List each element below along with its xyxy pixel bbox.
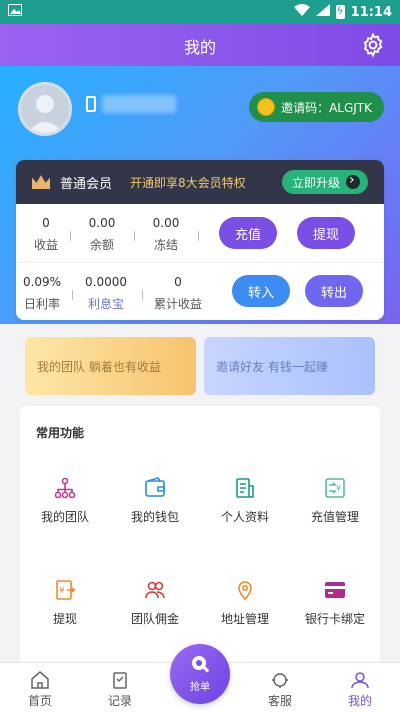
crown-icon	[32, 175, 50, 189]
svg-text:¥: ¥	[59, 586, 65, 596]
stat-frozen: 0.00 冻结	[144, 216, 188, 253]
record-icon	[113, 672, 127, 689]
common-functions-panel: 常用功能 我的团队 我的钱包 个人资料 ¥ 充值管理 ¥ 提现 团队佣金 地址管…	[20, 406, 380, 666]
tab-mine[interactable]: 我的	[330, 671, 390, 709]
grab-order-button[interactable]: 抢单	[170, 644, 230, 704]
vip-bar: 普通会员 开通即享8大会员特权 立即升级	[16, 160, 384, 204]
func-withdraw[interactable]: ¥ 提现	[20, 578, 110, 627]
balance-row: 0 收益 0.00 余额 0.00 冻结 充值 提现	[16, 204, 384, 262]
divider	[142, 290, 143, 300]
stat-interest-treasure[interactable]: 0.0000 利息宝	[82, 275, 130, 312]
location-icon	[238, 581, 252, 601]
bank-card-icon	[325, 582, 345, 598]
image-notification-icon	[8, 4, 22, 20]
func-label: 团队佣金	[130, 612, 179, 626]
stat-earnings: 0 收益	[24, 216, 68, 253]
func-label: 我的团队	[40, 510, 89, 524]
stat-label: 收益	[33, 238, 58, 252]
stat-label: 累计收益	[153, 297, 202, 311]
coin-icon	[257, 98, 276, 116]
tab-label: 首页	[27, 694, 52, 708]
team-banner-text: 我的团队 躺着也有收益	[37, 359, 161, 374]
team-commission-icon	[145, 581, 165, 599]
stat-value: 0.0000	[85, 275, 127, 289]
status-bar: ϟ 11:14	[0, 0, 400, 24]
invite-code-text: 邀请码：ALGJTK	[281, 100, 372, 115]
stat-label: 日利率	[23, 297, 60, 311]
recharge-button[interactable]: 充值	[219, 217, 277, 249]
func-my-team[interactable]: 我的团队	[20, 476, 110, 525]
home-icon	[31, 671, 49, 689]
default-user-icon	[27, 95, 63, 133]
vip-tip: 开通即享8大会员特权	[130, 175, 246, 190]
stat-balance: 0.00 余额	[80, 216, 124, 253]
recharge-icon: ¥	[325, 478, 345, 498]
stat-value: 0	[42, 216, 50, 230]
stat-value: 0.09%	[22, 275, 62, 289]
divider	[134, 231, 135, 241]
withdraw-button[interactable]: 提现	[297, 217, 355, 249]
withdraw-icon: ¥	[56, 580, 76, 600]
divider	[198, 231, 199, 241]
divider	[72, 290, 73, 300]
vip-level: 普通会员	[60, 176, 113, 192]
func-label: 我的钱包	[130, 510, 179, 524]
stat-label: 利息宝	[87, 297, 124, 311]
phone-icon	[86, 96, 96, 112]
func-recharge-manage[interactable]: ¥ 充值管理	[290, 476, 380, 525]
transfer-in-button[interactable]: 转入	[232, 275, 290, 307]
tab-records[interactable]: 记录	[90, 671, 150, 709]
wifi-icon	[293, 4, 310, 20]
func-label: 地址管理	[220, 612, 269, 626]
stat-value: 0	[174, 275, 182, 289]
func-my-wallet[interactable]: 我的钱包	[110, 476, 200, 525]
tab-home[interactable]: 首页	[10, 671, 70, 709]
invite-banner-text: 邀请好友 有钱一起赚	[216, 359, 328, 374]
invite-code-badge[interactable]: 邀请码：ALGJTK	[249, 92, 384, 122]
interest-row: 0.09% 日利率 0.0000 利息宝 0 累计收益 转入 转出	[16, 262, 384, 320]
stat-total-earnings: 0 累计收益	[152, 275, 204, 312]
phone-number-masked	[102, 95, 176, 113]
settings-gear-icon[interactable]	[360, 32, 386, 58]
func-label: 充值管理	[310, 510, 359, 524]
func-label: 个人资料	[220, 510, 269, 524]
stat-label: 余额	[89, 238, 114, 252]
clock: 11:14	[350, 4, 392, 20]
upgrade-button[interactable]: 立即升级	[281, 170, 368, 194]
tab-label: 记录	[107, 694, 132, 708]
account-card: 普通会员 开通即享8大会员特权 立即升级 0 收益 0.00 余额 0.00 冻…	[16, 160, 384, 320]
team-banner[interactable]: 我的团队 躺着也有收益	[25, 337, 196, 395]
transfer-out-button[interactable]: 转出	[305, 275, 363, 307]
battery-icon: ϟ	[335, 5, 345, 19]
func-address[interactable]: 地址管理	[200, 578, 290, 627]
signal-icon	[315, 4, 330, 20]
chevron-right-icon	[346, 172, 360, 189]
stat-daily-rate: 0.09% 日利率	[20, 275, 64, 312]
divider	[70, 231, 71, 241]
tab-label: 我的	[347, 694, 372, 708]
tab-label: 客服	[267, 694, 292, 708]
grab-order-icon	[190, 654, 210, 674]
svg-text:¥: ¥	[336, 484, 341, 493]
invite-banner[interactable]: 邀请好友 有钱一起赚	[204, 337, 375, 395]
page-title: 我的	[183, 38, 216, 57]
func-profile[interactable]: 个人资料	[200, 476, 290, 525]
wallet-icon	[145, 477, 165, 497]
func-label: 提现	[52, 612, 77, 626]
stat-label: 冻结	[153, 238, 178, 252]
func-label: 银行卡绑定	[304, 612, 365, 626]
stat-value: 0.00	[88, 216, 116, 230]
service-icon	[272, 673, 288, 688]
section-title: 常用功能	[36, 426, 85, 440]
func-team-commission[interactable]: 团队佣金	[110, 578, 200, 627]
avatar[interactable]	[18, 82, 72, 136]
upgrade-label: 立即升级	[291, 175, 340, 190]
tab-service[interactable]: 客服	[250, 671, 310, 709]
user-icon	[351, 672, 369, 689]
grab-order-label: 抢单	[190, 682, 210, 693]
profile-doc-icon	[236, 478, 254, 498]
stat-value: 0.00	[152, 216, 180, 230]
team-icon	[54, 477, 76, 499]
func-bank-card[interactable]: 银行卡绑定	[290, 578, 380, 627]
